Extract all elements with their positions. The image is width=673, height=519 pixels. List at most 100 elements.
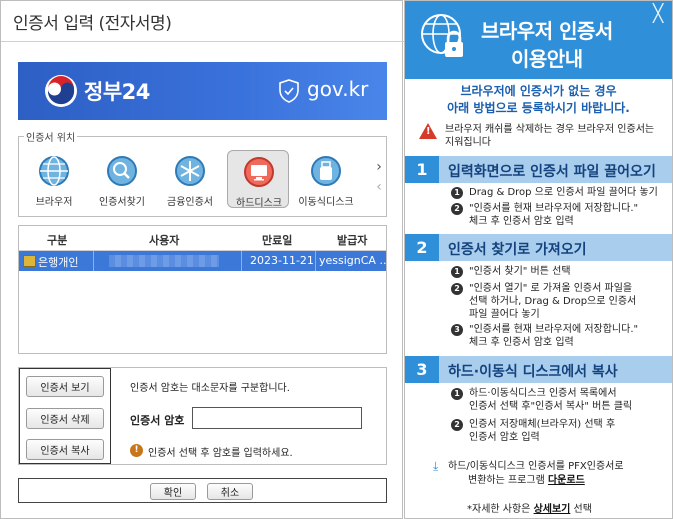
usb-icon — [311, 156, 341, 186]
certificate-icon — [23, 255, 36, 267]
item-line: "인증서 열기" 로 가져올 인증서 파일을 — [469, 283, 633, 294]
location-removable-disk[interactable]: 이동식디스크 — [295, 150, 357, 208]
cache-warning-line-2: 지워집니다 — [445, 137, 491, 148]
password-input[interactable] — [192, 407, 362, 429]
download-link[interactable]: 다운로드 — [548, 475, 585, 486]
item-line: 체크 후 인증서 암호 입력 — [469, 216, 574, 227]
step-item: Drag & Drop 으로 인증서 파일 끌어다 놓기 — [469, 186, 658, 199]
download-line-2: 변환하는 프로그램 다운로드 — [448, 474, 624, 488]
item-line: "인증서 찾기" 버튼 선택 — [469, 266, 571, 277]
step-3-header: 3 하드·이동식 디스크에서 복사 — [405, 356, 672, 383]
warning-icon: ! — [130, 444, 143, 457]
step-title: 입력화면으로 인증서 파일 끌어오기 — [448, 164, 656, 180]
step-title: 인증서 찾기로 가져오기 — [448, 242, 587, 258]
bullet-number: 3 — [451, 324, 463, 336]
intro-line-1: 브라우저에 인증서가 없는 경우 — [460, 84, 617, 98]
globe-lock-icon — [421, 14, 463, 57]
intro-line-2: 아래 방법으로 등록하시기 바랍니다. — [447, 101, 630, 115]
location-financial-label: 금융인증서 — [167, 197, 213, 208]
detail-link[interactable]: 상세보기 — [534, 504, 571, 515]
asterisk-icon — [175, 156, 205, 186]
detail-prefix: *자세한 사항은 — [467, 504, 534, 515]
download-icon: ⤓ — [433, 459, 439, 473]
column-separator — [315, 251, 316, 271]
bullet-number: 1 — [451, 388, 463, 400]
step-item: "인증서를 현재 브라우저에 저장합니다." 체크 후 인증서 암호 입력 — [469, 323, 638, 349]
cell-expiry: 2023-11-21 — [250, 254, 314, 267]
item-line: 인증서 선택 후"인증서 복사" 버튼 클릭 — [469, 401, 633, 412]
search-icon — [107, 156, 137, 186]
dialog-title: 인증서 입력 (전자서명) — [13, 14, 172, 34]
item-line: 인증서 암호 입력 — [469, 432, 540, 443]
gov24-banner: 정부24 gov.kr — [18, 62, 387, 120]
location-hard-disk-label: 하드디스크 — [236, 198, 282, 209]
download-prefix: 변환하는 프로그램 — [468, 475, 548, 486]
item-line: "인증서를 현재 브라우저에 저장합니다." — [469, 324, 639, 335]
bullet-number: 1 — [451, 266, 463, 278]
step-item: "인증서 찾기" 버튼 선택 — [469, 265, 571, 278]
chevron-left-icon[interactable]: ‹ — [372, 177, 386, 197]
step-number: 2 — [405, 234, 439, 261]
password-group: 인증서 보기 인증서 삭제 인증서 복사 인증서 암호는 대소문자를 구분합니다… — [18, 367, 387, 465]
certificate-location-group: 인증서 위치 브라우저 인증서찾기 금융인증서 하드디스크 이동식디스크 › ‹ — [18, 129, 387, 217]
monitor-icon — [244, 157, 274, 187]
step-item: 인증서 저장매체(브라우저) 선택 후 인증서 암호 입력 — [469, 418, 615, 444]
header-user: 사용자 — [149, 234, 180, 247]
location-find-label: 인증서찾기 — [99, 197, 145, 208]
guide-subtitle: 이용안내 — [511, 47, 583, 71]
cell-user-masked — [109, 255, 219, 267]
location-financial-certificate[interactable]: 금융인증서 — [159, 150, 221, 208]
pfx-download-note: 하드/이동식디스크 인증서를 PFX인증서로 변환하는 프로그램 다운로드 — [448, 460, 624, 488]
copy-certificate-button[interactable]: 인증서 복사 — [26, 439, 104, 460]
chevron-right-icon[interactable]: › — [372, 157, 386, 177]
column-separator — [241, 251, 242, 271]
item-line: "인증서를 현재 브라우저에 저장합니다." — [469, 203, 639, 214]
item-line: Drag & Drop 으로 인증서 파일 끌어다 놓기 — [469, 187, 658, 198]
header-type: 구분 — [47, 234, 68, 247]
ok-button[interactable]: 확인 — [150, 483, 196, 500]
password-label: 인증서 암호 — [130, 414, 185, 427]
certificate-dialog: 인증서 입력 (전자서명) 정부24 gov.kr 인증서 위치 브라우저 인증… — [0, 0, 404, 519]
table-row[interactable]: 은행개인 2023-11-21 yessignCA ... — [19, 251, 390, 271]
detail-note: *자세한 사항은 상세보기 선택 — [467, 500, 592, 515]
step-title: 하드·이동식 디스크에서 복사 — [448, 364, 618, 380]
gov-kr-domain: gov.kr — [307, 77, 369, 101]
location-removable-label: 이동식디스크 — [298, 197, 354, 208]
location-browser[interactable]: 브라우저 — [23, 150, 85, 208]
bullet-number: 2 — [451, 283, 463, 295]
view-certificate-button[interactable]: 인증서 보기 — [26, 376, 104, 397]
detail-suffix: 선택 — [570, 504, 592, 515]
step-number: 3 — [405, 356, 439, 383]
browser-certificate-guide: 브라우저 인증서 이용안내 ╳ 브라우저에 인증서가 없는 경우 아래 방법으로… — [404, 0, 673, 519]
cache-warning: 브라우저 캐쉬를 삭제하는 경우 브라우저 인증서는 지워집니다 — [445, 123, 654, 149]
location-hard-disk[interactable]: 하드디스크 — [227, 150, 289, 209]
guide-header: 브라우저 인증서 이용안내 ╳ — [405, 1, 672, 79]
location-scroll-arrows: › ‹ — [372, 157, 386, 197]
cancel-button[interactable]: 취소 — [207, 483, 253, 500]
step-item: "인증서 열기" 로 가져올 인증서 파일을 선택 하거나, Drag & Dr… — [469, 282, 636, 321]
step-item: "인증서를 현재 브라우저에 저장합니다." 체크 후 인증서 암호 입력 — [469, 202, 638, 228]
title-divider — [1, 41, 404, 42]
table-header: 구분 사용자 만료일 발급자 — [19, 226, 386, 251]
step-1-header: 1 입력화면으로 인증서 파일 끌어오기 — [405, 156, 672, 183]
column-separator — [93, 251, 94, 271]
password-warning: 인증서 선택 후 암호를 입력하세요. — [148, 448, 293, 459]
password-case-info: 인증서 암호는 대소문자를 구분합니다. — [130, 383, 290, 394]
close-icon[interactable]: ╳ — [653, 4, 663, 24]
bullet-number: 2 — [451, 203, 463, 215]
location-browser-label: 브라우저 — [35, 197, 73, 208]
step-item: 하드·이동식디스크 인증서 목록에서 인증서 선택 후"인증서 복사" 버튼 클… — [469, 387, 632, 413]
download-line-1: 하드/이동식디스크 인증서를 PFX인증서로 — [448, 461, 624, 472]
item-line: 인증서 저장매체(브라우저) 선택 후 — [469, 419, 616, 430]
item-line: 하드·이동식디스크 인증서 목록에서 — [469, 388, 617, 399]
warning-triangle-icon — [419, 123, 437, 139]
cache-warning-line-1: 브라우저 캐쉬를 삭제하는 경우 브라우저 인증서는 — [445, 124, 655, 135]
delete-certificate-button[interactable]: 인증서 삭제 — [26, 408, 104, 429]
bullet-number: 2 — [451, 419, 463, 431]
item-line: 체크 후 인증서 암호 입력 — [469, 337, 574, 348]
government-emblem-icon — [45, 75, 77, 107]
cell-issuer: yessignCA ... — [319, 254, 390, 267]
location-find-certificate[interactable]: 인증서찾기 — [91, 150, 153, 208]
header-expiry: 만료일 — [262, 234, 293, 247]
gov24-brand: 정부24 — [84, 80, 150, 104]
